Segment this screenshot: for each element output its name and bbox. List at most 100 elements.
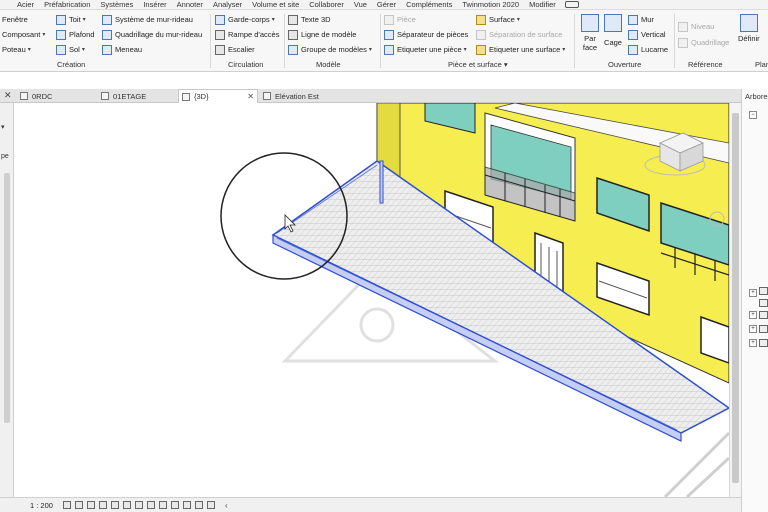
visual-style-icon[interactable] xyxy=(74,501,83,509)
tab-0rdc[interactable]: 0RDC xyxy=(17,89,97,103)
menu-complements[interactable]: Compléments xyxy=(401,0,457,10)
level-button[interactable]: Niveau xyxy=(678,20,714,33)
dormer-button[interactable]: Lucarne xyxy=(628,43,668,56)
menu-annoter[interactable]: Annoter xyxy=(172,0,208,10)
menu-volume-site[interactable]: Volume et site xyxy=(247,0,304,10)
shaft-button[interactable]: Cage xyxy=(604,14,622,47)
tree-expand-icon[interactable]: + xyxy=(749,339,757,347)
model-line-button[interactable]: Ligne de modèle xyxy=(288,28,356,41)
grid-button[interactable]: Quadrillage xyxy=(678,36,729,49)
lock-3d-icon[interactable] xyxy=(146,501,155,509)
view-control-bar: 1 : 200 ‹ xyxy=(0,497,741,512)
view-scale[interactable]: 1 : 200 xyxy=(30,501,53,510)
model-group-icon xyxy=(288,44,298,55)
tree-expand-icon[interactable]: + xyxy=(749,289,757,297)
menu-modifier[interactable]: Modifier xyxy=(524,0,561,10)
floor-button[interactable]: Sol ▾ xyxy=(56,43,85,56)
tree-expand-icon[interactable]: + xyxy=(749,325,757,333)
component-button[interactable]: Composant ▾ xyxy=(2,28,45,41)
show-crop-icon[interactable] xyxy=(134,501,143,509)
ceiling-button[interactable]: Plafond xyxy=(56,28,94,41)
roof-button[interactable]: Toit ▾ xyxy=(56,13,86,26)
curtain-grid-button[interactable]: Quadrillage du mur-rideau xyxy=(102,28,202,41)
tab-3d[interactable]: {3D} ✕ xyxy=(178,89,258,103)
3d-viewport[interactable] xyxy=(15,103,729,497)
worksharing-icon[interactable] xyxy=(182,501,191,509)
left-scrollbar[interactable] xyxy=(4,173,10,423)
window-button[interactable]: Fenêtre xyxy=(2,13,28,26)
set-workplane-button[interactable]: Définir xyxy=(738,14,760,43)
link-icon xyxy=(759,339,768,347)
chevron-left-icon[interactable]: ‹ xyxy=(225,501,228,510)
crop-view-icon[interactable] xyxy=(122,501,131,509)
detail-level-icon[interactable] xyxy=(62,501,71,509)
elevation-icon xyxy=(263,92,271,100)
sun-path-icon[interactable] xyxy=(86,501,95,509)
menu-vue[interactable]: Vue xyxy=(349,0,372,10)
properties-panel-collapsed: ▾ pe xyxy=(0,103,14,497)
analytical-model-icon[interactable] xyxy=(194,501,203,509)
stair-button[interactable]: Escalier xyxy=(215,43,255,56)
by-face-button[interactable]: Par face xyxy=(578,14,602,52)
area-boundary-button[interactable]: Séparation de surface xyxy=(476,28,562,41)
menu-twinmotion[interactable]: Twinmotion 2020 xyxy=(457,0,524,10)
menu-gerer[interactable]: Gérer xyxy=(372,0,401,10)
close-icon[interactable]: ✕ xyxy=(247,92,254,101)
chevron-down-icon: ▾ xyxy=(516,17,520,23)
area-icon xyxy=(476,14,486,25)
ribbon-separator xyxy=(574,14,575,68)
tab-01etage[interactable]: 01ETAGE xyxy=(98,89,178,103)
menu-prefabrication[interactable]: Préfabrication xyxy=(39,0,95,10)
grid-label: Quadrillage xyxy=(691,38,730,47)
ribbon-toggle-icon[interactable] xyxy=(564,1,579,8)
vertical-opening-button[interactable]: Vertical xyxy=(628,28,666,41)
text3d-button[interactable]: Texte 3D xyxy=(288,13,331,26)
highlight-displacement-icon[interactable] xyxy=(206,501,215,509)
menu-systemes[interactable]: Systèmes xyxy=(95,0,138,10)
room-separator-button[interactable]: Séparateur de pièces xyxy=(384,28,468,41)
model-line-label: Ligne de modèle xyxy=(301,30,357,39)
menu-collaborer[interactable]: Collaborer xyxy=(304,0,349,10)
chevron-down-icon: ▾ xyxy=(81,47,85,53)
close-icon[interactable]: ✕ xyxy=(4,90,12,101)
viewport-scrollbar[interactable] xyxy=(729,103,741,497)
3d-view-icon xyxy=(182,92,190,101)
ramp-button[interactable]: Rampe d'accès xyxy=(215,28,279,41)
dormer-icon xyxy=(628,44,638,55)
vertical-opening-icon xyxy=(628,29,638,40)
render-icon[interactable] xyxy=(110,501,119,509)
group-title-reference: Référence xyxy=(688,60,723,69)
set-workplane-label: Définir xyxy=(738,34,760,43)
schedule-icon xyxy=(759,287,768,295)
tag-area-button[interactable]: Etiqueter une surface ▾ xyxy=(476,43,565,56)
shadows-icon[interactable] xyxy=(98,501,107,509)
tree-expand-icon[interactable]: − xyxy=(749,111,757,119)
tab-elevation-est[interactable]: Elévation Est xyxy=(260,89,350,103)
railing-button[interactable]: Garde-corps ▾ xyxy=(215,13,275,26)
column-button[interactable]: Poteau ▾ xyxy=(2,43,31,56)
ribbon-separator xyxy=(380,14,381,68)
scrollbar-thumb[interactable] xyxy=(732,113,739,483)
wall-opening-button[interactable]: Mur xyxy=(628,13,654,26)
model-group-button[interactable]: Groupe de modèles ▾ xyxy=(288,43,372,56)
area-button[interactable]: Surface ▾ xyxy=(476,13,520,26)
menu-acier[interactable]: Acier xyxy=(12,0,39,10)
tree-expand-icon[interactable]: + xyxy=(749,311,757,319)
by-face-icon xyxy=(581,14,599,32)
chevron-down-icon[interactable]: ▾ xyxy=(1,123,5,131)
ceiling-icon xyxy=(56,29,66,40)
ribbon-separator xyxy=(284,14,285,68)
menu-inserer[interactable]: Insérer xyxy=(138,0,171,10)
room-button[interactable]: Pièce xyxy=(384,13,416,26)
floor-plan-icon xyxy=(101,92,109,100)
curtain-system-button[interactable]: Système de mur-rideau xyxy=(102,13,193,26)
watermark-logo-right xyxy=(663,431,729,497)
mullion-button[interactable]: Meneau xyxy=(102,43,142,56)
temporary-hide-icon[interactable] xyxy=(158,501,167,509)
tag-room-button[interactable]: Etiqueter une pièce ▾ xyxy=(384,43,467,56)
group-title-piece-surface[interactable]: Pièce et surface ▾ xyxy=(448,60,508,69)
component-label: Composant xyxy=(2,30,41,39)
chevron-down-icon: ▾ xyxy=(368,47,372,53)
reveal-hidden-icon[interactable] xyxy=(170,501,179,509)
menu-analyser[interactable]: Analyser xyxy=(208,0,247,10)
